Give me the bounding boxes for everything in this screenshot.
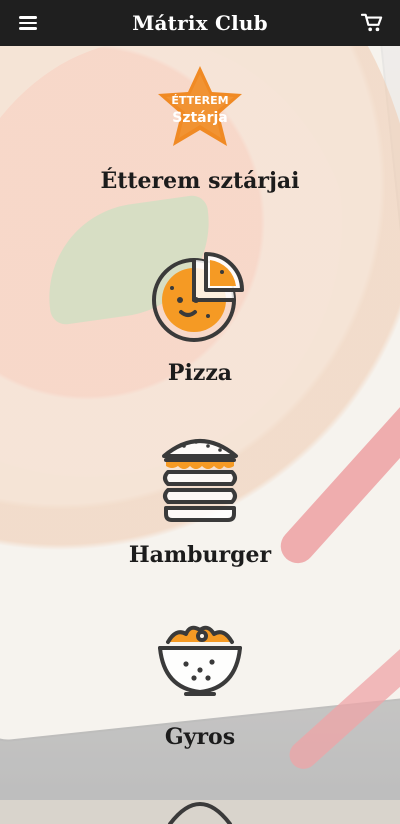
category-pizza[interactable]: Pizza [0, 244, 400, 384]
category-hamburger[interactable]: Hamburger [0, 426, 400, 566]
category-label: Hamburger [128, 542, 272, 568]
star-badge-graphic: ÉTTEREM Sztárja [158, 66, 242, 146]
pizza-icon [150, 244, 250, 344]
category-label: Pizza [167, 360, 233, 386]
next-category-graphic [168, 802, 232, 824]
shopping-cart-glyph [361, 13, 383, 32]
category-label: Étterem sztárjai [100, 168, 300, 194]
category-list: ÉTTEREM Sztárja Étterem sztárjai Pizza H… [0, 46, 400, 824]
app-title: Mátrix Club [132, 11, 268, 35]
badge-line2: Sztárja [172, 110, 228, 126]
hamburger-graphic [162, 439, 238, 522]
shopping-cart-icon[interactable] [358, 9, 386, 37]
gyros-bowl-graphic [158, 625, 242, 696]
hamburger-menu-icon[interactable] [14, 9, 42, 37]
top-app-bar: Mátrix Club [0, 0, 400, 46]
category-label: Gyros [164, 724, 236, 750]
category-etterem-sztarjai[interactable]: ÉTTEREM Sztárja Étterem sztárjai [0, 64, 400, 192]
gyros-bowl-icon [150, 608, 250, 708]
next-category-icon [150, 784, 250, 824]
hamburger-icon [150, 426, 250, 526]
pizza-graphic [152, 252, 244, 342]
category-next-partial[interactable] [0, 784, 400, 824]
badge-line1: ÉTTEREM [171, 94, 228, 107]
star-badge-icon: ÉTTEREM Sztárja [152, 64, 248, 156]
hamburger-menu-glyph [19, 16, 37, 30]
category-gyros[interactable]: Gyros [0, 608, 400, 748]
